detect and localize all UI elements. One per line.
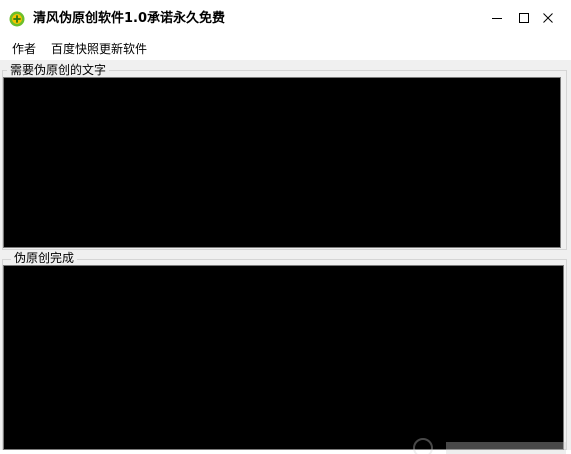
output-group-label: 伪原创完成 [11, 251, 78, 265]
maximize-button[interactable] [511, 0, 537, 36]
close-icon [543, 13, 553, 23]
input-textarea[interactable] [3, 77, 561, 248]
minimize-icon [492, 18, 502, 19]
input-group-label: 需要伪原创的文字 [7, 63, 110, 77]
menu-bar: 作者 百度快照更新软件 [0, 38, 571, 60]
title-bar[interactable]: 清风伪原创软件1.0承诺永久免费 [0, 0, 571, 38]
close-button[interactable] [535, 0, 561, 36]
maximize-icon [519, 13, 529, 23]
window-title: 清风伪原创软件1.0承诺永久免费 [33, 11, 226, 26]
app-logo-icon [9, 11, 25, 27]
output-textarea[interactable] [3, 265, 564, 450]
minimize-button[interactable] [484, 0, 510, 36]
watermark-logo-icon [413, 438, 566, 454]
menu-item-author[interactable]: 作者 [12, 41, 36, 57]
menu-item-baidu-snapshot-update[interactable]: 百度快照更新软件 [51, 41, 147, 57]
